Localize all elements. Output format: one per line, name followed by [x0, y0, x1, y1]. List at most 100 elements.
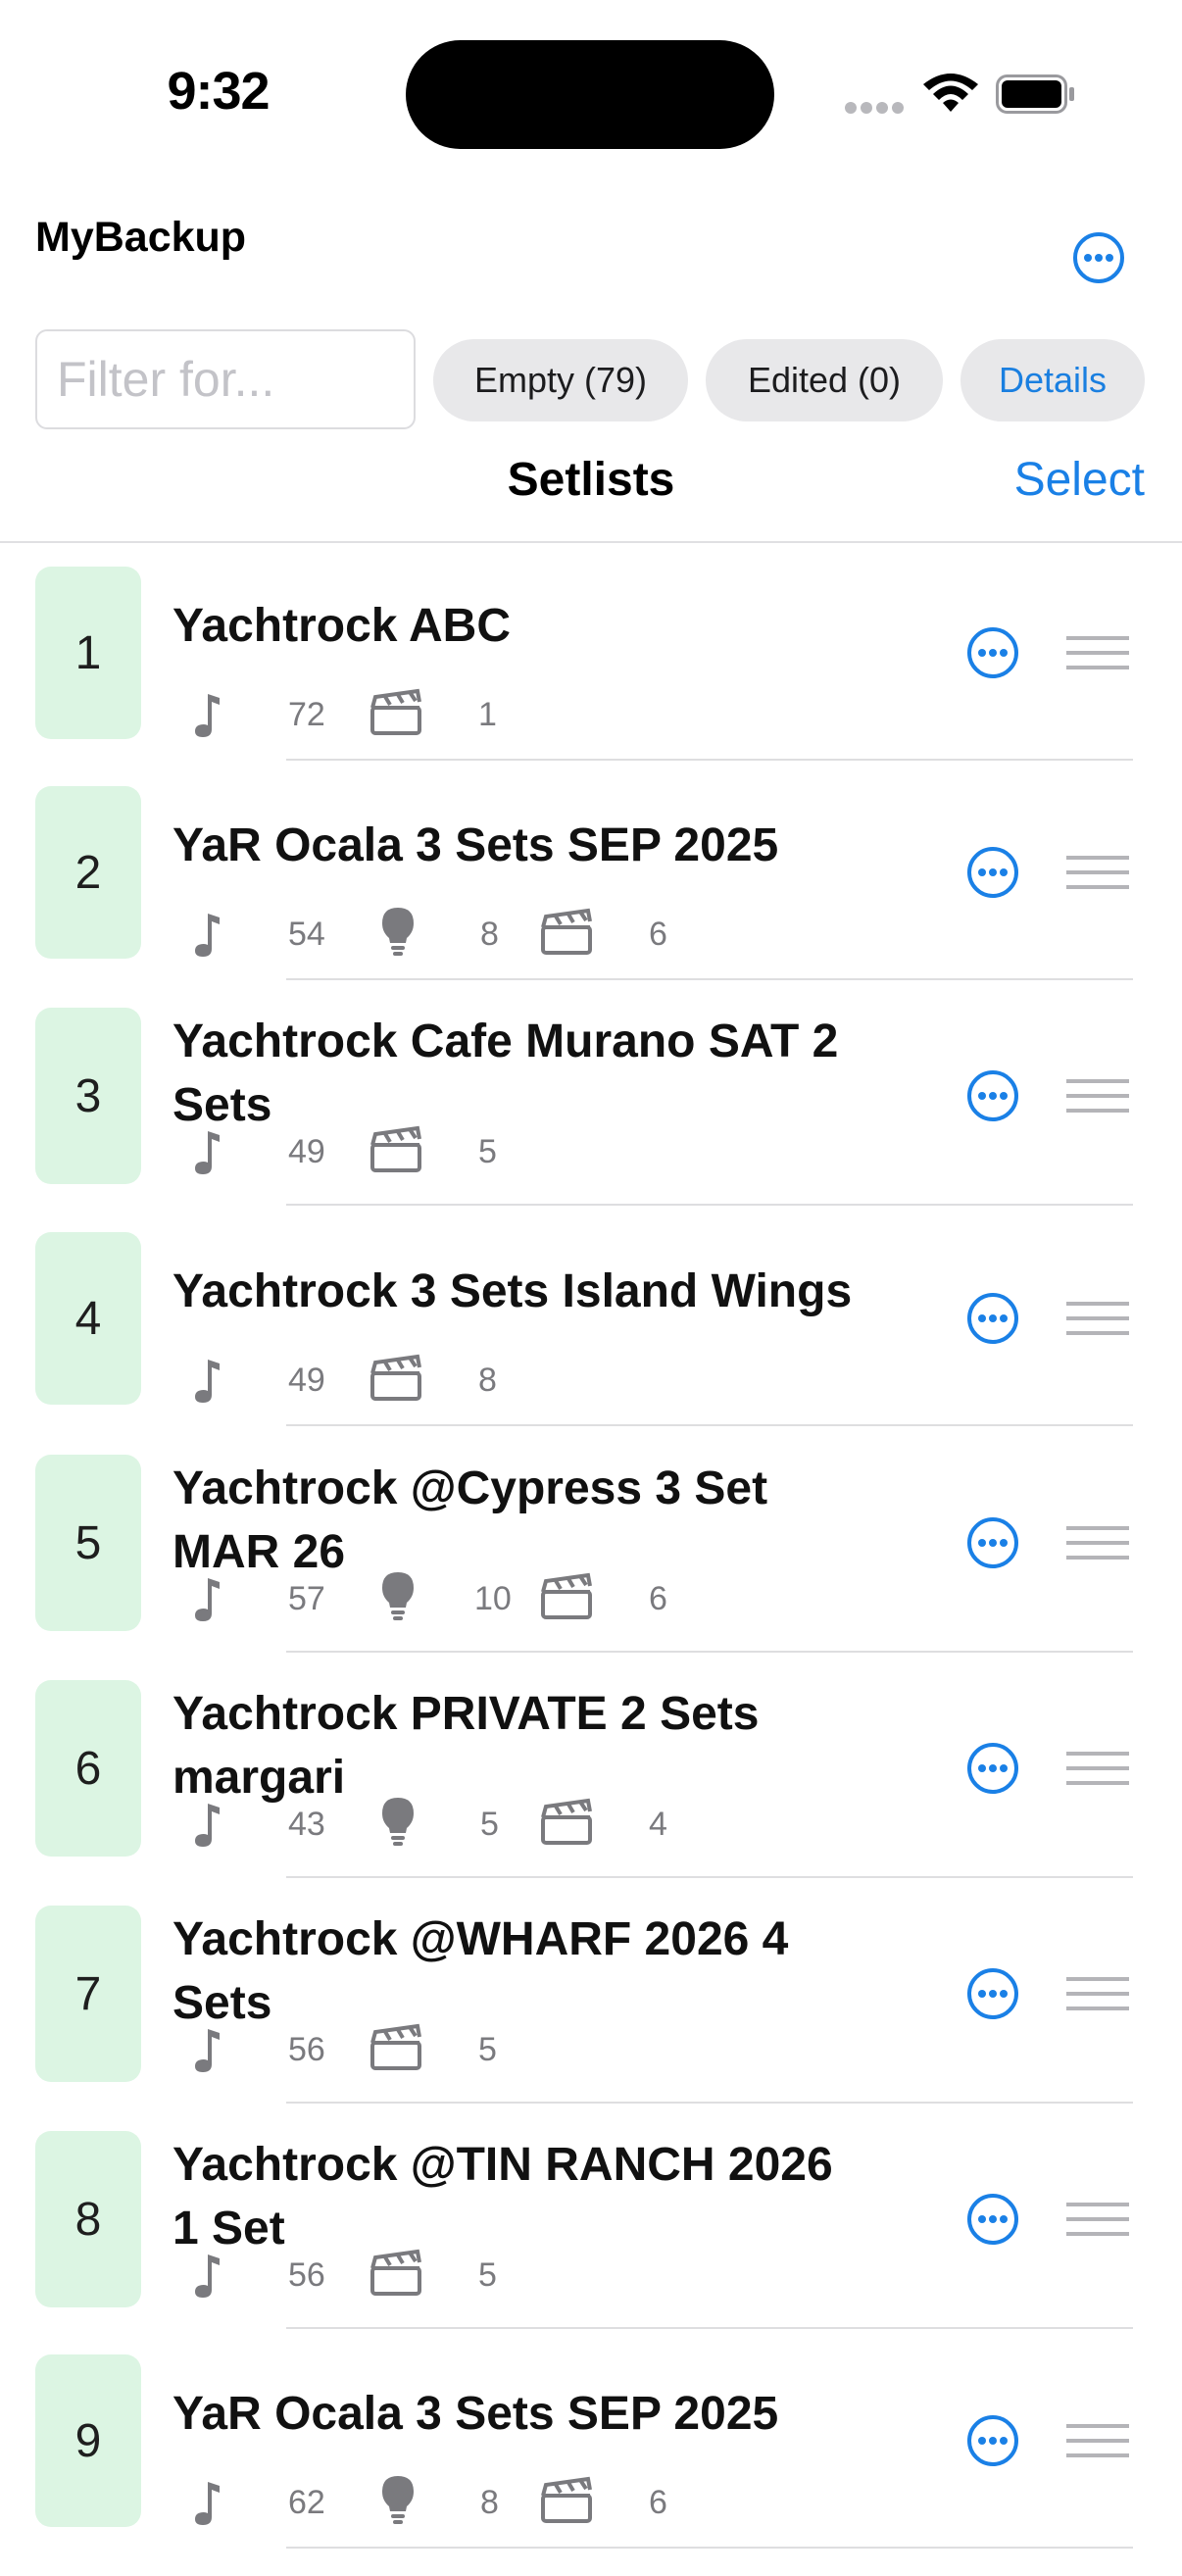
music-note-icon	[186, 1800, 225, 1854]
setlist-number-badge: 9	[35, 2354, 141, 2527]
music-note-icon	[186, 690, 225, 744]
setlist-row[interactable]: 2 YaR Ocala 3 Sets SEP 2025 54 8 6	[0, 786, 1182, 1008]
music-note-icon	[186, 2025, 225, 2079]
setlist-title: Yachtrock ABC	[172, 600, 511, 652]
stat-ideas: 8	[480, 2484, 499, 2521]
page-title: Setlists	[507, 454, 675, 506]
stat-videos: 8	[478, 1362, 497, 1399]
lightbulb-icon	[378, 1570, 418, 1628]
music-note-icon	[186, 2251, 225, 2304]
ellipsis-circle-icon[interactable]	[966, 846, 1019, 899]
battery-icon	[996, 74, 1074, 114]
setlist-number-badge: 8	[35, 2131, 141, 2307]
empty-filter-button[interactable]: Empty (79)	[433, 339, 688, 421]
setlist-row[interactable]: 1 Yachtrock ABC 72 1	[0, 567, 1182, 786]
stat-songs: 57	[288, 1580, 325, 1617]
stat-videos: 5	[478, 2031, 497, 2068]
clapperboard-icon	[369, 688, 423, 742]
setlist-row[interactable]: 9 YaR Ocala 3 Sets SEP 2025 62 8 6	[0, 2354, 1182, 2576]
clapperboard-icon	[539, 908, 594, 962]
setlist-title: Yachtrock @WHARF 2026 4 Sets	[172, 1913, 789, 2029]
ellipsis-circle-icon[interactable]	[966, 2193, 1019, 2246]
setlist-number-badge: 7	[35, 1906, 141, 2082]
row-divider	[286, 759, 1133, 761]
ellipsis-circle-icon[interactable]	[966, 1069, 1019, 1122]
stat-ideas: 8	[480, 916, 499, 953]
ellipsis-circle-icon[interactable]	[966, 1292, 1019, 1345]
stat-songs: 49	[288, 1133, 325, 1170]
drag-handle-icon[interactable]	[1066, 2423, 1129, 2458]
setlist-title: YaR Ocala 3 Sets SEP 2025	[172, 2388, 779, 2440]
row-divider	[286, 1204, 1133, 1206]
status-bar: 9:32	[0, 0, 1182, 186]
drag-handle-icon[interactable]	[1066, 1976, 1129, 2011]
lightbulb-icon	[378, 2474, 418, 2532]
nav-divider	[0, 541, 1182, 543]
setlist-row[interactable]: 8 Yachtrock @TIN RANCH 2026 1 Set 56 5	[0, 2131, 1182, 2354]
music-note-icon	[186, 1127, 225, 1181]
row-divider	[286, 1651, 1133, 1653]
clapperboard-icon	[369, 1125, 423, 1179]
stat-songs: 49	[288, 1362, 325, 1399]
setlist-row[interactable]: 5 Yachtrock @Cypress 3 Set MAR 26 57 10 6	[0, 1455, 1182, 1680]
ellipsis-circle-icon[interactable]	[966, 2414, 1019, 2467]
setlist-title: Yachtrock @TIN RANCH 2026 1 Set	[172, 2139, 833, 2254]
music-note-icon	[186, 1356, 225, 1410]
setlist-row[interactable]: 4 Yachtrock 3 Sets Island Wings 49 8	[0, 1232, 1182, 1455]
row-divider	[286, 2327, 1133, 2329]
ellipsis-circle-icon[interactable]	[1072, 231, 1125, 284]
clapperboard-icon	[369, 2023, 423, 2077]
drag-handle-icon[interactable]	[1066, 2202, 1129, 2237]
edited-filter-button[interactable]: Edited (0)	[706, 339, 943, 421]
clapperboard-icon	[539, 1572, 594, 1626]
row-divider	[286, 1424, 1133, 1426]
stat-songs: 56	[288, 2256, 325, 2294]
setlist-row[interactable]: 7 Yachtrock @WHARF 2026 4 Sets 56 5	[0, 1906, 1182, 2131]
details-button[interactable]: Details	[960, 339, 1145, 421]
setlist-row[interactable]: 3 Yachtrock Cafe Murano SAT 2 Sets 49 5	[0, 1008, 1182, 1232]
select-button[interactable]: Select	[1014, 453, 1145, 507]
setlist-number-badge: 4	[35, 1232, 141, 1405]
row-divider	[286, 978, 1133, 980]
setlist-number-badge: 2	[35, 786, 141, 959]
stat-videos: 1	[478, 696, 497, 733]
lightbulb-icon	[378, 906, 418, 964]
setlist-number-badge: 1	[35, 567, 141, 739]
clapperboard-icon	[369, 2249, 423, 2303]
setlist-row[interactable]: 6 Yachtrock PRIVATE 2 Sets margari 43 5 4	[0, 1680, 1182, 1906]
setlist-title: Yachtrock 3 Sets Island Wings	[172, 1265, 853, 1317]
stat-videos: 6	[649, 1580, 667, 1617]
clapperboard-icon	[369, 1354, 423, 1408]
setlist-number-badge: 6	[35, 1680, 141, 1857]
setlist-number-badge: 5	[35, 1455, 141, 1631]
row-divider	[286, 2102, 1133, 2104]
wifi-icon	[923, 74, 978, 112]
stat-videos: 5	[478, 1133, 497, 1170]
cellular-signal-icon	[845, 102, 904, 114]
status-time: 9:32	[167, 62, 270, 121]
drag-handle-icon[interactable]	[1066, 855, 1129, 890]
stat-songs: 72	[288, 696, 325, 733]
drag-handle-icon[interactable]	[1066, 1525, 1129, 1560]
ellipsis-circle-icon[interactable]	[966, 1742, 1019, 1795]
clapperboard-icon	[539, 2476, 594, 2530]
drag-handle-icon[interactable]	[1066, 635, 1129, 670]
stat-ideas: 5	[480, 1806, 499, 1843]
drag-handle-icon[interactable]	[1066, 1751, 1129, 1786]
filter-input[interactable]	[35, 329, 416, 429]
row-divider	[286, 2547, 1133, 2549]
stat-songs: 43	[288, 1806, 325, 1843]
setlist-title: Yachtrock PRIVATE 2 Sets margari	[172, 1688, 760, 1804]
ellipsis-circle-icon[interactable]	[966, 626, 1019, 679]
clapperboard-icon	[539, 1798, 594, 1852]
setlist-number-badge: 3	[35, 1008, 141, 1184]
stat-videos: 6	[649, 2484, 667, 2521]
lightbulb-icon	[378, 1796, 418, 1854]
drag-handle-icon[interactable]	[1066, 1078, 1129, 1114]
ellipsis-circle-icon[interactable]	[966, 1967, 1019, 2020]
row-divider	[286, 1876, 1133, 1878]
drag-handle-icon[interactable]	[1066, 1301, 1129, 1336]
stat-songs: 56	[288, 2031, 325, 2068]
ellipsis-circle-icon[interactable]	[966, 1516, 1019, 1569]
stat-videos: 6	[649, 916, 667, 953]
